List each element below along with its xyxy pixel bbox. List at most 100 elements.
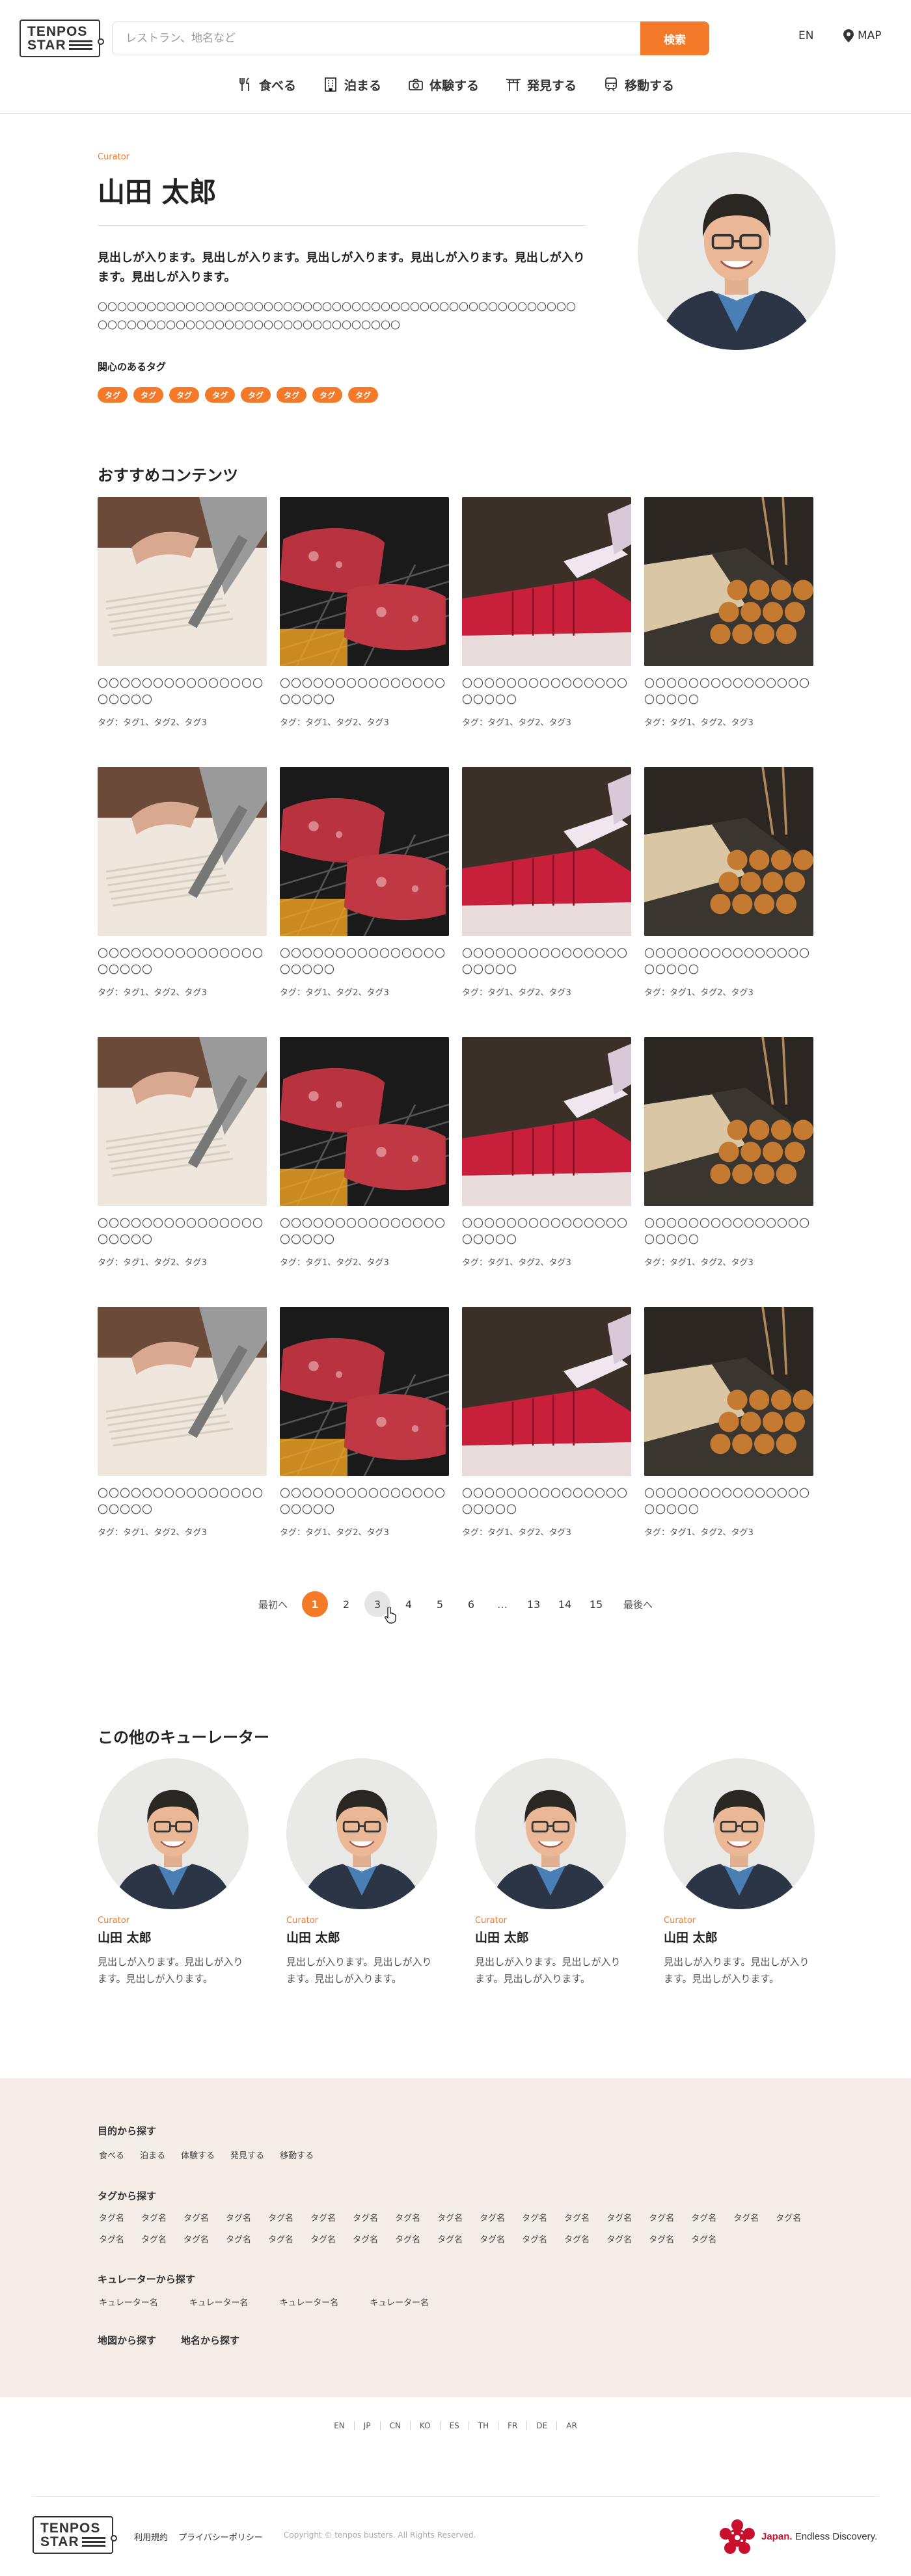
content-card-photo[interactable] <box>462 767 631 936</box>
content-card-photo[interactable] <box>280 497 449 666</box>
sitemap-tag-link[interactable]: タグ名 <box>395 2211 420 2223</box>
language-th[interactable]: TH <box>469 2421 499 2430</box>
content-card-photo[interactable] <box>280 1037 449 1206</box>
language-es[interactable]: ES <box>441 2421 469 2430</box>
terms-link[interactable]: 利用規約 <box>134 2530 168 2543</box>
content-card-title[interactable]: 〇〇〇〇〇〇〇〇〇〇〇〇〇〇〇〇〇〇〇〇 <box>462 1485 631 1518</box>
tag-chip[interactable]: タグ <box>98 387 128 403</box>
sitemap-link[interactable]: 泊まる <box>140 2149 165 2161</box>
curator-name[interactable]: 山田 太郎 <box>664 1928 815 1946</box>
sitemap-tag-link[interactable]: タグ名 <box>649 2211 674 2223</box>
search-button[interactable]: 検索 <box>640 21 709 55</box>
content-card-photo[interactable] <box>462 1037 631 1206</box>
content-card[interactable]: 〇〇〇〇〇〇〇〇〇〇〇〇〇〇〇〇〇〇〇〇 タグ：タグ1、タグ2、タグ3 <box>98 1037 267 1268</box>
nav-eat[interactable]: 食べる <box>237 72 296 98</box>
content-card[interactable]: 〇〇〇〇〇〇〇〇〇〇〇〇〇〇〇〇〇〇〇〇 タグ：タグ1、タグ2、タグ3 <box>644 1307 813 1538</box>
page-13[interactable]: 13 <box>521 1591 547 1617</box>
sitemap-tag-link[interactable]: タグ名 <box>395 2233 420 2245</box>
content-card[interactable]: 〇〇〇〇〇〇〇〇〇〇〇〇〇〇〇〇〇〇〇〇 タグ：タグ1、タグ2、タグ3 <box>644 497 813 728</box>
content-card-title[interactable]: 〇〇〇〇〇〇〇〇〇〇〇〇〇〇〇〇〇〇〇〇 <box>280 1215 449 1248</box>
search-input[interactable] <box>112 21 640 55</box>
content-card-title[interactable]: 〇〇〇〇〇〇〇〇〇〇〇〇〇〇〇〇〇〇〇〇 <box>644 1215 813 1248</box>
page-2[interactable]: 2 <box>333 1591 359 1617</box>
tag-chip[interactable]: タグ <box>133 387 163 403</box>
sitemap-tag-link[interactable]: タグ名 <box>141 2211 167 2223</box>
content-card[interactable]: 〇〇〇〇〇〇〇〇〇〇〇〇〇〇〇〇〇〇〇〇 タグ：タグ1、タグ2、タグ3 <box>644 1037 813 1268</box>
footer-logo[interactable]: TENPOS STAR <box>33 2516 117 2554</box>
page-6[interactable]: 6 <box>458 1591 484 1617</box>
sitemap-link[interactable]: 発見する <box>230 2149 264 2161</box>
nav-experience[interactable]: 体験する <box>407 72 479 98</box>
content-card-photo[interactable] <box>98 1307 267 1476</box>
curator-card[interactable]: Curator 山田 太郎 見出しが入ります。見出しが入ります。見出しが入ります。 <box>98 1758 249 1987</box>
content-card[interactable]: 〇〇〇〇〇〇〇〇〇〇〇〇〇〇〇〇〇〇〇〇 タグ：タグ1、タグ2、タグ3 <box>280 497 449 728</box>
curator-card[interactable]: Curator 山田 太郎 見出しが入ります。見出しが入ります。見出しが入ります。 <box>475 1758 626 1987</box>
content-card[interactable]: 〇〇〇〇〇〇〇〇〇〇〇〇〇〇〇〇〇〇〇〇 タグ：タグ1、タグ2、タグ3 <box>280 1307 449 1538</box>
curator-card[interactable]: Curator 山田 太郎 見出しが入ります。見出しが入ります。見出しが入ります。 <box>286 1758 437 1987</box>
content-card-title[interactable]: 〇〇〇〇〇〇〇〇〇〇〇〇〇〇〇〇〇〇〇〇 <box>280 945 449 978</box>
page-5[interactable]: 5 <box>427 1591 453 1617</box>
sitemap-tag-link[interactable]: タグ名 <box>310 2211 336 2223</box>
content-card-photo[interactable] <box>280 1307 449 1476</box>
nav-stay[interactable]: 泊まる <box>322 72 381 98</box>
sitemap-map-link[interactable]: 地図から探す <box>98 2333 156 2347</box>
language-jp[interactable]: JP <box>355 2421 381 2430</box>
language-en[interactable]: EN <box>325 2421 355 2430</box>
sitemap-tag-link[interactable]: タグ名 <box>437 2211 463 2223</box>
content-card[interactable]: 〇〇〇〇〇〇〇〇〇〇〇〇〇〇〇〇〇〇〇〇 タグ：タグ1、タグ2、タグ3 <box>98 1307 267 1538</box>
sitemap-tag-link[interactable]: タグ名 <box>606 2233 632 2245</box>
avatar[interactable] <box>98 1758 249 1909</box>
content-card-photo[interactable] <box>644 1307 813 1476</box>
sitemap-tag-link[interactable]: タグ名 <box>99 2233 124 2245</box>
content-card-title[interactable]: 〇〇〇〇〇〇〇〇〇〇〇〇〇〇〇〇〇〇〇〇 <box>462 1215 631 1248</box>
sitemap-tag-link[interactable]: タグ名 <box>353 2211 378 2223</box>
page-4[interactable]: 4 <box>396 1591 422 1617</box>
sitemap-tag-link[interactable]: タグ名 <box>564 2233 590 2245</box>
pagination-last[interactable]: 最後へ <box>614 1598 662 1611</box>
tag-chip[interactable]: タグ <box>312 387 342 403</box>
sitemap-link[interactable]: 移動する <box>280 2149 314 2161</box>
curator-name[interactable]: 山田 太郎 <box>98 1928 249 1946</box>
content-card[interactable]: 〇〇〇〇〇〇〇〇〇〇〇〇〇〇〇〇〇〇〇〇 タグ：タグ1、タグ2、タグ3 <box>280 767 449 998</box>
sitemap-place-link[interactable]: 地名から探す <box>181 2333 239 2347</box>
sitemap-link[interactable]: キュレーター名 <box>189 2296 249 2308</box>
sitemap-link[interactable]: 体験する <box>181 2149 215 2161</box>
content-card-title[interactable]: 〇〇〇〇〇〇〇〇〇〇〇〇〇〇〇〇〇〇〇〇 <box>462 945 631 978</box>
curator-card[interactable]: Curator 山田 太郎 見出しが入ります。見出しが入ります。見出しが入ります。 <box>664 1758 815 1987</box>
content-card[interactable]: 〇〇〇〇〇〇〇〇〇〇〇〇〇〇〇〇〇〇〇〇 タグ：タグ1、タグ2、タグ3 <box>98 497 267 728</box>
language-switch[interactable]: EN <box>798 29 813 42</box>
page-1[interactable]: 1 <box>302 1591 328 1617</box>
sitemap-tag-link[interactable]: タグ名 <box>691 2233 716 2245</box>
sitemap-tag-link[interactable]: タグ名 <box>184 2233 209 2245</box>
sitemap-tag-link[interactable]: タグ名 <box>480 2233 505 2245</box>
content-card-title[interactable]: 〇〇〇〇〇〇〇〇〇〇〇〇〇〇〇〇〇〇〇〇 <box>98 1215 267 1248</box>
sitemap-tag-link[interactable]: タグ名 <box>522 2211 547 2223</box>
sitemap-tag-link[interactable]: タグ名 <box>353 2233 378 2245</box>
avatar[interactable] <box>475 1758 626 1909</box>
content-card[interactable]: 〇〇〇〇〇〇〇〇〇〇〇〇〇〇〇〇〇〇〇〇 タグ：タグ1、タグ2、タグ3 <box>280 1037 449 1268</box>
language-de[interactable]: DE <box>527 2421 558 2430</box>
content-card-photo[interactable] <box>98 497 267 666</box>
privacy-link[interactable]: プライバシーポリシー <box>178 2530 263 2543</box>
content-card-photo[interactable] <box>644 497 813 666</box>
content-card-photo[interactable] <box>462 1307 631 1476</box>
content-card-photo[interactable] <box>644 767 813 936</box>
content-card-title[interactable]: 〇〇〇〇〇〇〇〇〇〇〇〇〇〇〇〇〇〇〇〇 <box>98 1485 267 1518</box>
content-card-title[interactable]: 〇〇〇〇〇〇〇〇〇〇〇〇〇〇〇〇〇〇〇〇 <box>280 675 449 708</box>
map-link[interactable]: MAP <box>843 29 882 42</box>
content-card-photo[interactable] <box>644 1037 813 1206</box>
sitemap-tag-link[interactable]: タグ名 <box>226 2233 251 2245</box>
tag-chip[interactable]: タグ <box>277 387 306 403</box>
sitemap-tag-link[interactable]: タグ名 <box>141 2233 167 2245</box>
nav-discover[interactable]: 発見する <box>505 72 577 98</box>
sitemap-tag-link[interactable]: タグ名 <box>99 2211 124 2223</box>
content-card-title[interactable]: 〇〇〇〇〇〇〇〇〇〇〇〇〇〇〇〇〇〇〇〇 <box>644 675 813 708</box>
sitemap-tag-link[interactable]: タグ名 <box>564 2211 590 2223</box>
content-card[interactable]: 〇〇〇〇〇〇〇〇〇〇〇〇〇〇〇〇〇〇〇〇 タグ：タグ1、タグ2、タグ3 <box>462 1307 631 1538</box>
content-card-title[interactable]: 〇〇〇〇〇〇〇〇〇〇〇〇〇〇〇〇〇〇〇〇 <box>98 675 267 708</box>
sitemap-link[interactable]: キュレーター名 <box>99 2296 158 2308</box>
avatar[interactable] <box>664 1758 815 1909</box>
sitemap-tag-link[interactable]: タグ名 <box>268 2233 293 2245</box>
language-fr[interactable]: FR <box>498 2421 528 2430</box>
content-card[interactable]: 〇〇〇〇〇〇〇〇〇〇〇〇〇〇〇〇〇〇〇〇 タグ：タグ1、タグ2、タグ3 <box>644 767 813 998</box>
